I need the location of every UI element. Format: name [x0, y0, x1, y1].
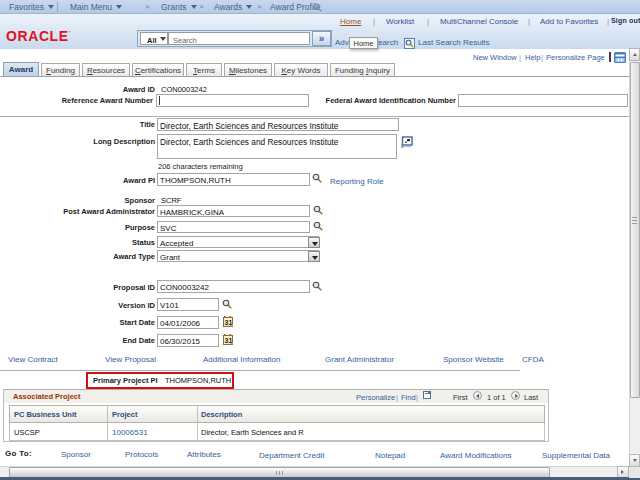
svg-text:31: 31 [225, 319, 233, 326]
svg-text:31: 31 [225, 337, 233, 344]
